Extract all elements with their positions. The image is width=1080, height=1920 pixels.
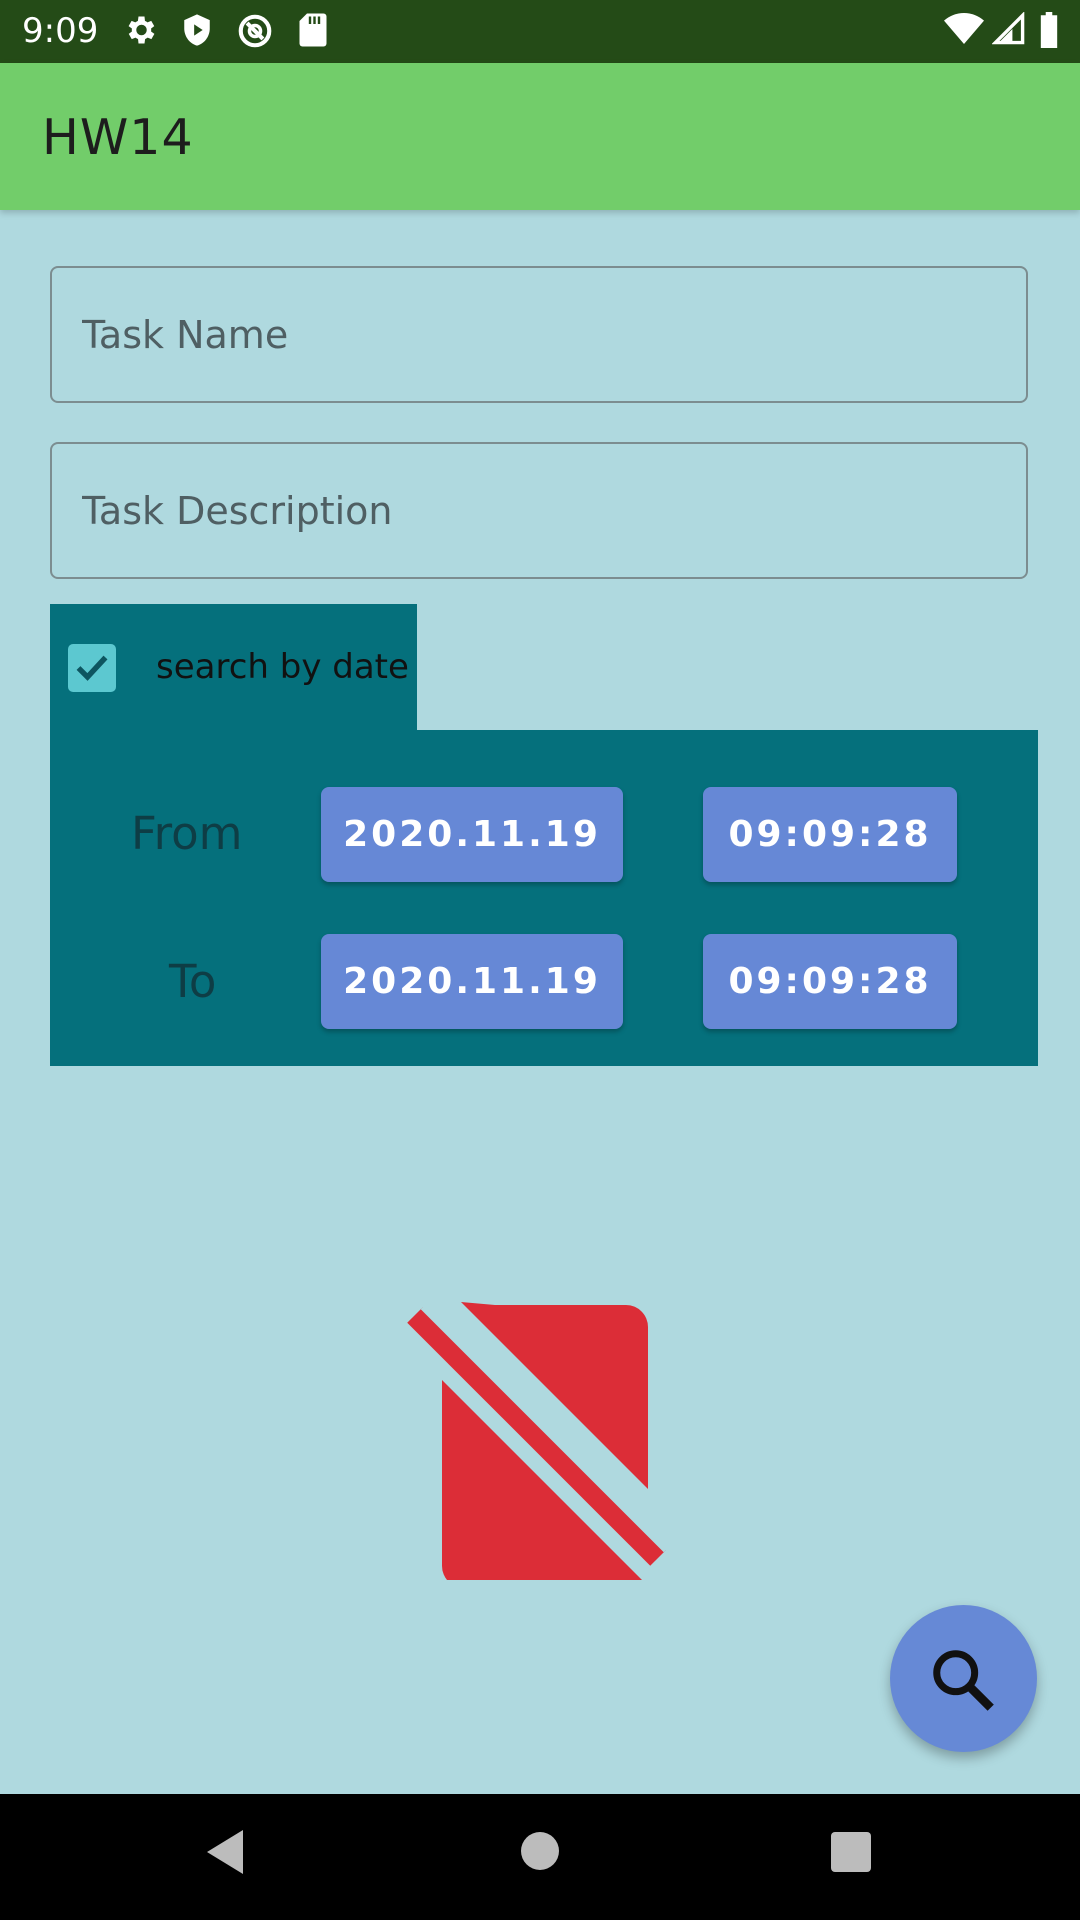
task-name-field[interactable] bbox=[50, 266, 1028, 403]
task-description-field[interactable] bbox=[50, 442, 1028, 579]
status-bar: 9:09 bbox=[0, 0, 1080, 63]
search-fab[interactable] bbox=[890, 1605, 1037, 1752]
from-label: From bbox=[131, 807, 243, 860]
search-by-date-label: search by date bbox=[156, 647, 409, 687]
app-title: HW14 bbox=[42, 109, 194, 166]
no-sim-icon bbox=[402, 1300, 673, 1580]
to-label: To bbox=[169, 955, 217, 1008]
signal-icon bbox=[992, 12, 1025, 45]
recents-icon[interactable] bbox=[831, 1832, 871, 1872]
sd-card-icon bbox=[299, 13, 327, 47]
wifi-icon bbox=[944, 13, 984, 44]
back-icon[interactable] bbox=[204, 1828, 246, 1876]
search-by-date-checkbox[interactable] bbox=[68, 644, 116, 692]
no-disturb-icon bbox=[238, 14, 272, 48]
task-description-input[interactable] bbox=[52, 444, 1026, 577]
status-time: 9:09 bbox=[22, 11, 99, 51]
search-by-date-toggle[interactable]: search by date bbox=[50, 604, 417, 730]
battery-icon bbox=[1040, 12, 1058, 48]
to-time-button[interactable]: 09:09:28 bbox=[703, 934, 957, 1029]
from-date-button[interactable]: 2020.11.19 bbox=[321, 787, 623, 882]
task-name-input[interactable] bbox=[52, 268, 1026, 401]
from-time-button[interactable]: 09:09:28 bbox=[703, 787, 957, 882]
status-icons-right bbox=[940, 12, 1070, 52]
shield-play-icon bbox=[184, 14, 210, 46]
search-icon bbox=[933, 1650, 994, 1711]
home-icon[interactable] bbox=[521, 1832, 559, 1870]
gear-icon bbox=[128, 16, 155, 44]
app-bar: HW14 bbox=[0, 63, 1080, 210]
to-date-button[interactable]: 2020.11.19 bbox=[321, 934, 623, 1029]
checkmark-icon bbox=[76, 655, 108, 681]
date-range-panel: From 2020.11.19 09:09:28 To 2020.11.19 0… bbox=[50, 730, 1038, 1066]
navigation-bar bbox=[0, 1794, 1080, 1920]
